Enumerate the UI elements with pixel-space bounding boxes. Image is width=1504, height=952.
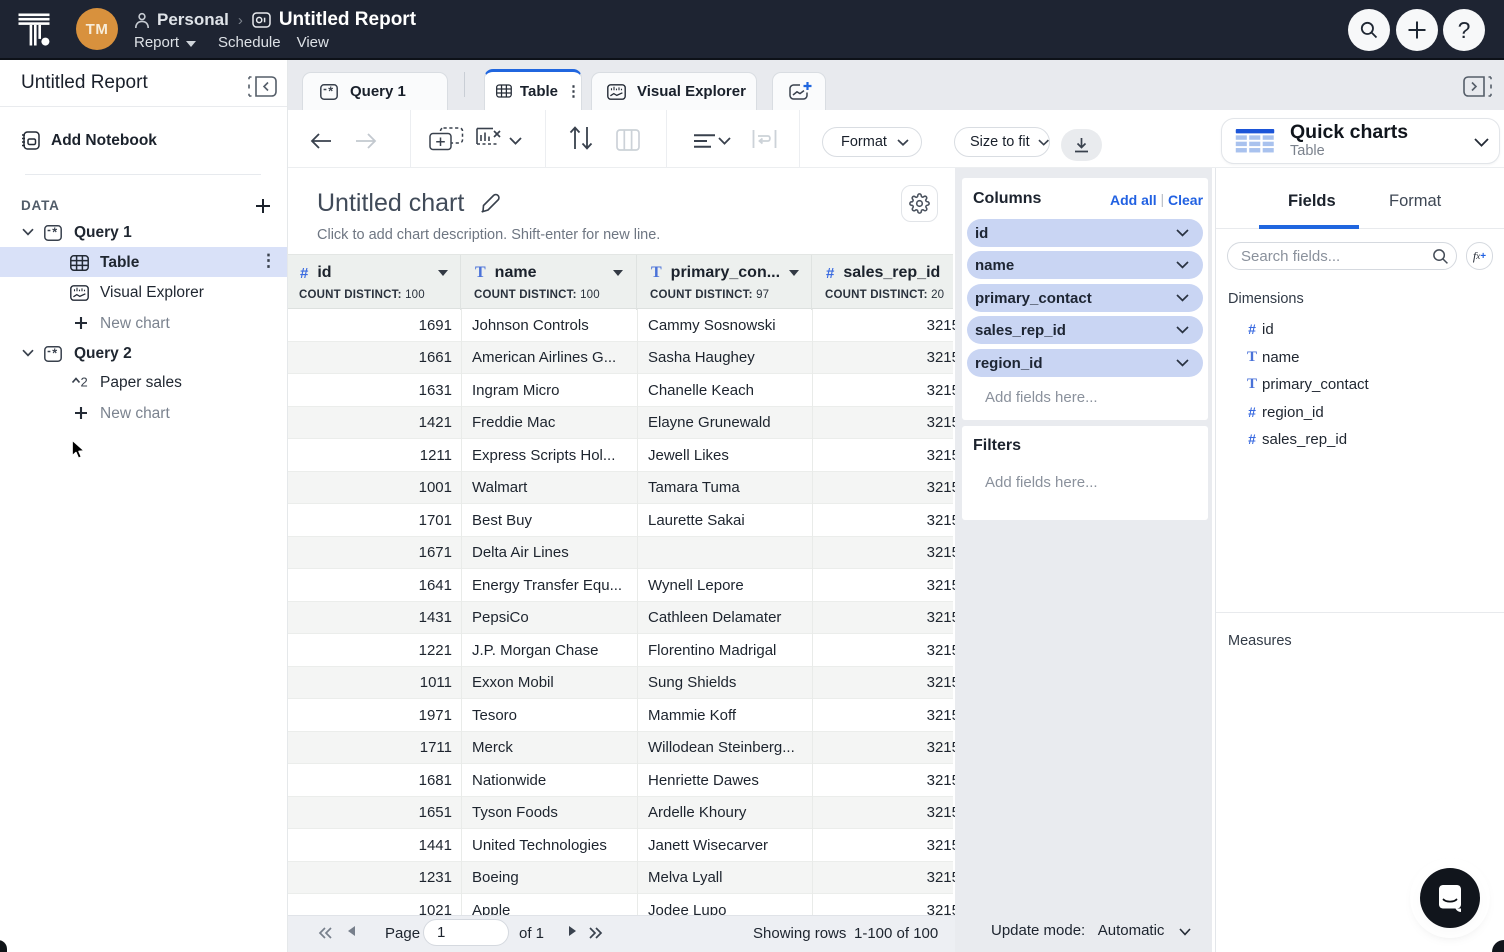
- svg-text:*: *: [52, 347, 57, 361]
- svg-text:*: *: [52, 226, 57, 240]
- svg-text:*: *: [328, 84, 333, 98]
- svg-text:2: 2: [81, 375, 88, 390]
